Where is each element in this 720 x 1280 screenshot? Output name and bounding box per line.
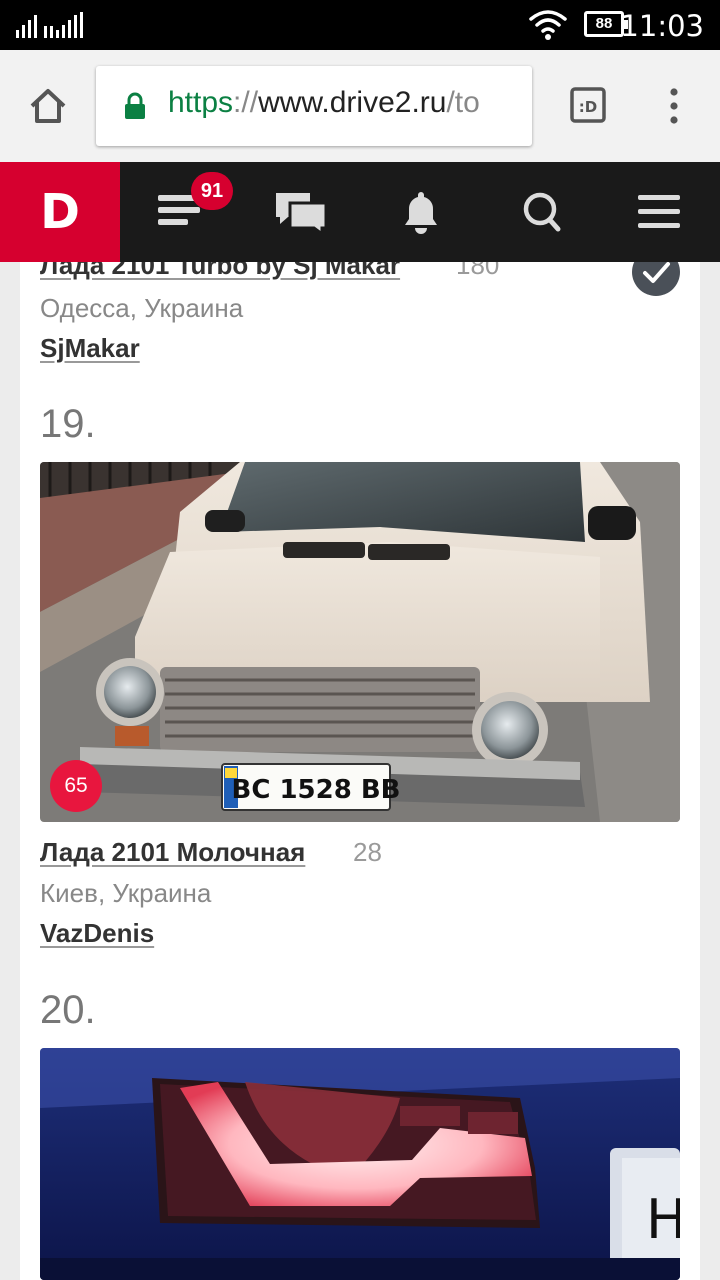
- car-photo[interactable]: H: [40, 1048, 680, 1280]
- entry-rank: 20.: [40, 988, 96, 1032]
- overflow-menu-icon[interactable]: [666, 88, 682, 124]
- entry-rank: 19.: [40, 402, 96, 446]
- home-icon[interactable]: [28, 86, 68, 126]
- notification-count-badge: 91: [191, 172, 233, 210]
- svg-text:H: H: [646, 1188, 680, 1251]
- search-icon[interactable]: [518, 162, 568, 262]
- address-bar[interactable]: https://www.drive2.ru/to: [96, 66, 532, 146]
- site-logo[interactable]: D: [0, 162, 120, 262]
- entry-title-link[interactable]: Лада 2101 Молочная: [40, 837, 305, 868]
- browser-toolbar: https://www.drive2.ru/to :D: [0, 50, 720, 162]
- url-scheme: https: [168, 86, 234, 119]
- entry-user-link[interactable]: SjMakar: [40, 333, 140, 364]
- lock-icon: [125, 92, 145, 119]
- entry-count: 28: [353, 837, 382, 867]
- site-header: D: [0, 162, 720, 262]
- entry-location: Одесса, Украина: [40, 293, 244, 323]
- screen: 88 11:03 https://www.drive2.ru/to :D Лад…: [0, 0, 720, 1280]
- messages-icon[interactable]: [270, 162, 332, 262]
- photo-count-badge: 65: [50, 760, 102, 812]
- tab-switcher-icon[interactable]: :D: [570, 87, 606, 123]
- url-separator: ://: [233, 86, 259, 119]
- url-text: https://www.drive2.ru/to: [168, 86, 480, 120]
- svg-text::D: :D: [579, 98, 597, 116]
- entry-user-link[interactable]: VazDenis: [40, 918, 154, 949]
- clock: 11:03: [620, 9, 704, 43]
- license-plate-text: BC 1528 BB: [232, 775, 401, 805]
- signal-icon: [16, 12, 83, 38]
- menu-icon[interactable]: [634, 162, 684, 262]
- battery-level: 88: [595, 15, 613, 32]
- url-host: www.drive2.ru: [258, 86, 447, 119]
- bell-icon[interactable]: [396, 162, 446, 262]
- wifi-icon: [529, 10, 567, 40]
- car-photo[interactable]: BC 1528 BB: [40, 462, 680, 822]
- entry-location: Киев, Украина: [40, 878, 212, 908]
- battery-icon: 88: [584, 11, 628, 37]
- status-bar: 88 11:03: [0, 0, 720, 50]
- url-path: /to: [446, 86, 480, 119]
